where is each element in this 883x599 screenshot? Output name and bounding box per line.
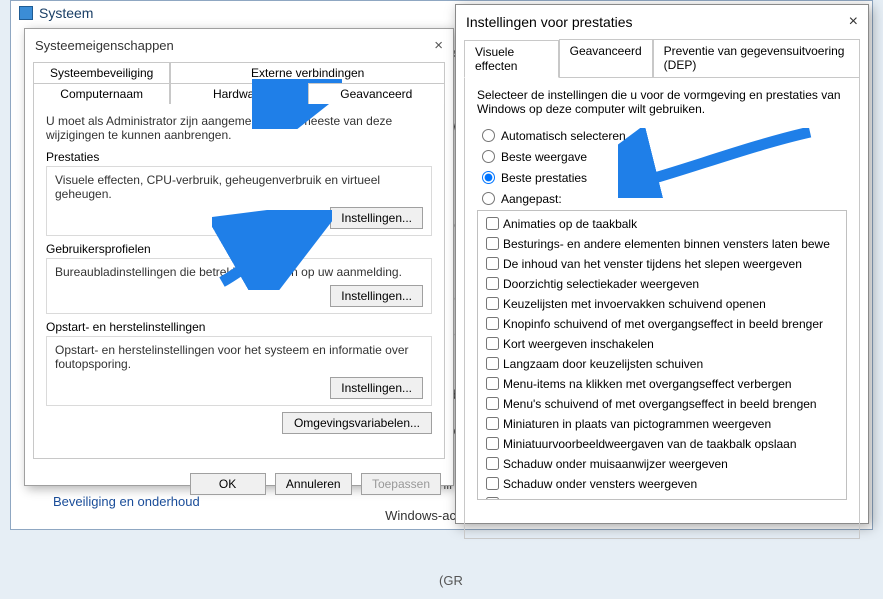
sysprops-tabs-row2: Computernaam Hardware Geavanceerd: [33, 83, 445, 104]
radio-best-appearance[interactable]: Beste weergave: [477, 147, 847, 164]
visual-effect-checkbox[interactable]: Langzaam door keuzelijsten schuiven: [482, 354, 842, 373]
visual-effect-checkbox[interactable]: Miniaturen in plaats van pictogrammen we…: [482, 414, 842, 433]
system-properties-titlebar: Systeemeigenschappen ×: [25, 29, 453, 60]
perf-titlebar: Instellingen voor prestaties ×: [456, 5, 868, 37]
perf-close-button[interactable]: ×: [849, 13, 858, 31]
tab-advanced-perf[interactable]: Geavanceerd: [559, 39, 653, 77]
tab-advanced[interactable]: Geavanceerd: [308, 83, 445, 104]
perf-radio-group: Automatisch selecteren Beste weergave Be…: [477, 126, 847, 206]
performance-options-dialog: Instellingen voor prestaties × Visuele e…: [455, 4, 869, 524]
perf-note: Selecteer de instellingen die u voor de …: [477, 88, 847, 116]
visual-effect-checkbox[interactable]: De inhoud van het venster tijdens het sl…: [482, 254, 842, 273]
group-startup-recovery-title: Opstart- en herstelinstellingen: [46, 320, 432, 334]
group-performance: Prestaties Visuele effecten, CPU-verbrui…: [46, 150, 432, 236]
visual-effects-checkbox-list[interactable]: Animaties op de taakbalkBesturings- en a…: [477, 210, 847, 500]
group-performance-desc: Visuele effecten, CPU-verbruik, geheugen…: [55, 173, 423, 201]
close-button[interactable]: ×: [434, 37, 443, 54]
system-icon: [19, 6, 33, 20]
visual-effect-checkbox[interactable]: Knopinfo schuivend of met overgangseffec…: [482, 314, 842, 333]
radio-custom[interactable]: Aangepast:: [477, 189, 847, 206]
performance-settings-button[interactable]: Instellingen...: [330, 207, 423, 229]
perf-title: Instellingen voor prestaties: [466, 14, 633, 30]
visual-effect-checkbox[interactable]: Vallende schaduw voor namen van pictogra…: [482, 494, 842, 500]
perf-tabs: Visuele effecten Geavanceerd Preventie v…: [464, 39, 860, 77]
radio-best-performance[interactable]: Beste prestaties: [477, 168, 847, 185]
sysprops-footer: OK Annuleren Toepassen: [25, 467, 453, 505]
system-title: Systeem: [39, 5, 93, 21]
group-user-profiles-desc: Bureaubladinstellingen die betrekking he…: [55, 265, 423, 279]
system-properties-dialog: Systeemeigenschappen × Systeembeveiligin…: [24, 28, 454, 486]
group-user-profiles-title: Gebruikersprofielen: [46, 242, 432, 256]
tab-dep[interactable]: Preventie van gegevensuitvoering (DEP): [653, 39, 860, 77]
perf-body: Selecteer de instellingen die u voor de …: [464, 77, 860, 539]
visual-effect-checkbox[interactable]: Keuzelijsten met invoervakken schuivend …: [482, 294, 842, 313]
apply-button[interactable]: Toepassen: [361, 473, 441, 495]
visual-effect-checkbox[interactable]: Doorzichtig selectiekader weergeven: [482, 274, 842, 293]
visual-effect-checkbox[interactable]: Menu's schuivend of met overgangseffect …: [482, 394, 842, 413]
group-startup-recovery-desc: Opstart- en herstelinstellingen voor het…: [55, 343, 423, 371]
tab-system-protection[interactable]: Systeembeveiliging: [33, 62, 170, 83]
admin-note: U moet als Administrator zijn aangemeld …: [46, 114, 432, 142]
visual-effect-checkbox[interactable]: Animaties op de taakbalk: [482, 214, 842, 233]
cancel-button[interactable]: Annuleren: [275, 473, 352, 495]
user-profiles-settings-button[interactable]: Instellingen...: [330, 285, 423, 307]
visual-effect-checkbox[interactable]: Schaduw onder vensters weergeven: [482, 474, 842, 493]
visual-effect-checkbox[interactable]: Schaduw onder muisaanwijzer weergeven: [482, 454, 842, 473]
visual-effect-checkbox[interactable]: Menu-items na klikken met overgangseffec…: [482, 374, 842, 393]
tab-remote-connections[interactable]: Externe verbindingen: [170, 62, 445, 83]
sysprops-body: U moet als Administrator zijn aangemeld …: [33, 104, 445, 459]
sysprops-tabs-row1: Systeembeveiliging Externe verbindingen: [33, 62, 445, 83]
environment-variables-button[interactable]: Omgevingsvariabelen...: [282, 412, 432, 434]
group-performance-title: Prestaties: [46, 150, 432, 164]
tab-visual-effects[interactable]: Visuele effecten: [464, 40, 559, 78]
ok-button[interactable]: OK: [190, 473, 266, 495]
tab-hardware[interactable]: Hardware: [170, 83, 307, 104]
tab-computer-name[interactable]: Computernaam: [33, 83, 170, 104]
radio-auto[interactable]: Automatisch selecteren: [477, 126, 847, 143]
visual-effect-checkbox[interactable]: Miniatuurvoorbeeldweergaven van de taakb…: [482, 434, 842, 453]
group-user-profiles: Gebruikersprofielen Bureaubladinstelling…: [46, 242, 432, 314]
system-properties-title: Systeemeigenschappen: [35, 38, 174, 53]
group-startup-recovery: Opstart- en herstelinstellingen Opstart-…: [46, 320, 432, 406]
visual-effect-checkbox[interactable]: Besturings- en andere elementen binnen v…: [482, 234, 842, 253]
visual-effect-checkbox[interactable]: Kort weergeven inschakelen: [482, 334, 842, 353]
startup-recovery-settings-button[interactable]: Instellingen...: [330, 377, 423, 399]
